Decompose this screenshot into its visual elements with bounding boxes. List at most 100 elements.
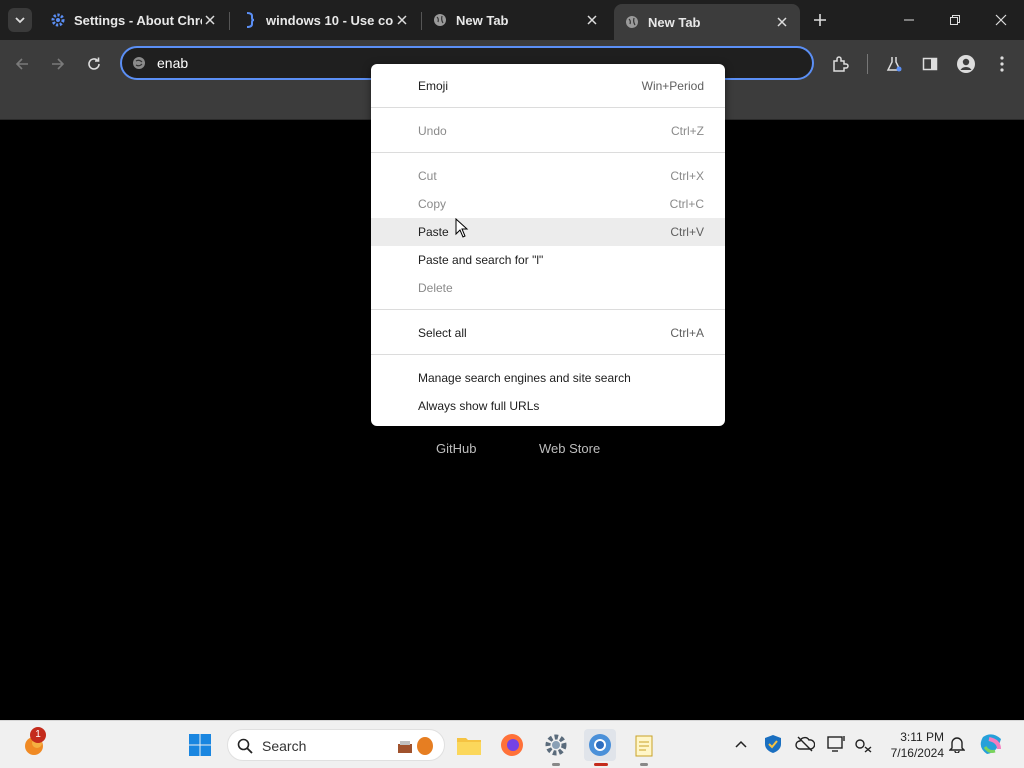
running-indicator bbox=[552, 763, 560, 766]
shield-icon bbox=[765, 735, 781, 753]
gear-icon bbox=[50, 12, 66, 28]
mouse-cursor-icon bbox=[455, 218, 469, 238]
settings-app-button[interactable] bbox=[540, 729, 572, 761]
menu-item-emoji[interactable]: Emoji Win+Period bbox=[371, 72, 725, 100]
cloud-offline-icon bbox=[795, 736, 815, 752]
browser-window: Settings - About Chro windows 10 - Use c… bbox=[0, 0, 1024, 720]
menu-item-label: Always show full URLs bbox=[418, 399, 540, 413]
firefox-button[interactable] bbox=[496, 729, 528, 761]
tab-strip: Settings - About Chro windows 10 - Use c… bbox=[0, 0, 1024, 40]
tab-title: windows 10 - Use com bbox=[266, 12, 394, 28]
plus-icon bbox=[814, 14, 826, 26]
menu-item-copy[interactable]: Copy Ctrl+C bbox=[371, 190, 725, 218]
menu-item-shortcut: Ctrl+C bbox=[669, 197, 704, 211]
menu-item-label: Copy bbox=[418, 197, 447, 211]
close-icon[interactable] bbox=[774, 14, 790, 30]
running-indicator bbox=[640, 763, 648, 766]
arrow-left-icon bbox=[15, 58, 28, 70]
clock-date: 7/16/2024 bbox=[890, 746, 944, 760]
new-tab-button[interactable] bbox=[808, 8, 832, 32]
chrome-button[interactable] bbox=[584, 729, 616, 761]
active-indicator bbox=[594, 763, 608, 766]
file-explorer-button[interactable] bbox=[453, 729, 485, 761]
tab-search-button[interactable] bbox=[8, 8, 32, 32]
notepad-button[interactable] bbox=[628, 729, 660, 761]
extensions-button[interactable] bbox=[827, 51, 853, 77]
clock[interactable]: 3:11 PM 7/16/2024 bbox=[880, 729, 944, 761]
close-icon[interactable] bbox=[584, 12, 600, 28]
menu-separator bbox=[371, 354, 725, 355]
close-icon[interactable] bbox=[202, 12, 218, 28]
start-button[interactable] bbox=[184, 729, 216, 761]
arrow-right-icon bbox=[52, 58, 65, 70]
menu-item-shortcut: Ctrl+A bbox=[670, 326, 704, 340]
restore-button[interactable] bbox=[932, 0, 978, 40]
gear-icon bbox=[545, 734, 567, 756]
display-tray-button[interactable] bbox=[826, 733, 848, 755]
monitor-icon bbox=[827, 736, 845, 752]
tab-new-tab-1[interactable]: New Tab bbox=[422, 4, 610, 36]
menu-item-label: Emoji bbox=[418, 79, 449, 93]
menu-item-delete[interactable]: Delete bbox=[371, 274, 725, 302]
firefox-icon bbox=[501, 734, 523, 756]
menu-item-paste-and-search[interactable]: Paste and search for "l" bbox=[371, 246, 725, 274]
menu-button[interactable] bbox=[989, 51, 1015, 77]
forward-button[interactable] bbox=[45, 51, 71, 77]
minimize-button[interactable] bbox=[886, 0, 932, 40]
menu-item-select-all[interactable]: Select all Ctrl+A bbox=[371, 319, 725, 347]
menu-separator bbox=[371, 152, 725, 153]
restore-icon bbox=[950, 15, 960, 25]
taskbar-search[interactable]: Search bbox=[227, 729, 445, 761]
tab-windows10[interactable]: windows 10 - Use com bbox=[232, 4, 420, 36]
shortcut-github[interactable]: GitHub bbox=[436, 441, 476, 456]
globe-icon bbox=[624, 14, 640, 30]
chevron-down-icon bbox=[15, 17, 25, 24]
minimize-icon bbox=[904, 19, 914, 21]
menu-separator bbox=[371, 107, 725, 108]
profile-button[interactable] bbox=[953, 51, 979, 77]
folder-icon bbox=[457, 738, 481, 755]
onedrive-tray-button[interactable] bbox=[794, 733, 816, 755]
close-icon bbox=[995, 14, 1007, 26]
menu-separator bbox=[371, 309, 725, 310]
network-tray-button[interactable] bbox=[852, 733, 874, 755]
copilot-icon bbox=[980, 734, 1001, 754]
chrome-icon bbox=[589, 734, 611, 756]
menu-item-undo[interactable]: Undo Ctrl+Z bbox=[371, 117, 725, 145]
notifications-button[interactable] bbox=[946, 733, 968, 755]
menu-item-cut[interactable]: Cut Ctrl+X bbox=[371, 162, 725, 190]
copilot-button[interactable] bbox=[976, 729, 1008, 761]
show-hidden-icons-button[interactable] bbox=[730, 733, 752, 755]
tab-new-tab-active[interactable]: New Tab bbox=[614, 4, 800, 40]
menu-item-label: Cut bbox=[418, 169, 437, 183]
tab-title: New Tab bbox=[456, 12, 509, 28]
menu-item-manage-search-engines[interactable]: Manage search engines and site search bbox=[371, 364, 725, 392]
taskbar-search-label: Search bbox=[262, 738, 307, 754]
toolbar-separator bbox=[867, 54, 868, 74]
labs-button[interactable] bbox=[881, 51, 907, 77]
search-highlight-icon bbox=[398, 737, 433, 755]
close-icon[interactable] bbox=[394, 12, 410, 28]
shortcut-web-store[interactable]: Web Store bbox=[539, 441, 600, 456]
side-panel-button[interactable] bbox=[917, 51, 943, 77]
notepad-icon bbox=[635, 735, 653, 757]
reload-button[interactable] bbox=[81, 51, 107, 77]
menu-item-paste[interactable]: Paste Ctrl+V bbox=[371, 218, 725, 246]
security-tray-button[interactable] bbox=[762, 733, 784, 755]
address-bar-text[interactable]: enab bbox=[157, 55, 188, 71]
back-button[interactable] bbox=[9, 51, 35, 77]
flask-icon bbox=[886, 57, 902, 72]
reload-icon bbox=[88, 57, 100, 70]
notification-badge: 1 bbox=[30, 727, 46, 743]
close-window-button[interactable] bbox=[978, 0, 1024, 40]
menu-item-label: Undo bbox=[418, 124, 447, 138]
tab-title: New Tab bbox=[648, 14, 701, 30]
search-icon bbox=[237, 738, 253, 754]
tab-separator bbox=[229, 12, 230, 30]
bracket-icon bbox=[242, 12, 258, 28]
tab-settings[interactable]: Settings - About Chro bbox=[40, 4, 228, 36]
menu-item-always-show-full-urls[interactable]: Always show full URLs bbox=[371, 392, 725, 420]
menu-item-label: Delete bbox=[418, 281, 453, 295]
tab-title: Settings - About Chro bbox=[74, 12, 202, 28]
more-vertical-icon bbox=[1000, 56, 1004, 72]
